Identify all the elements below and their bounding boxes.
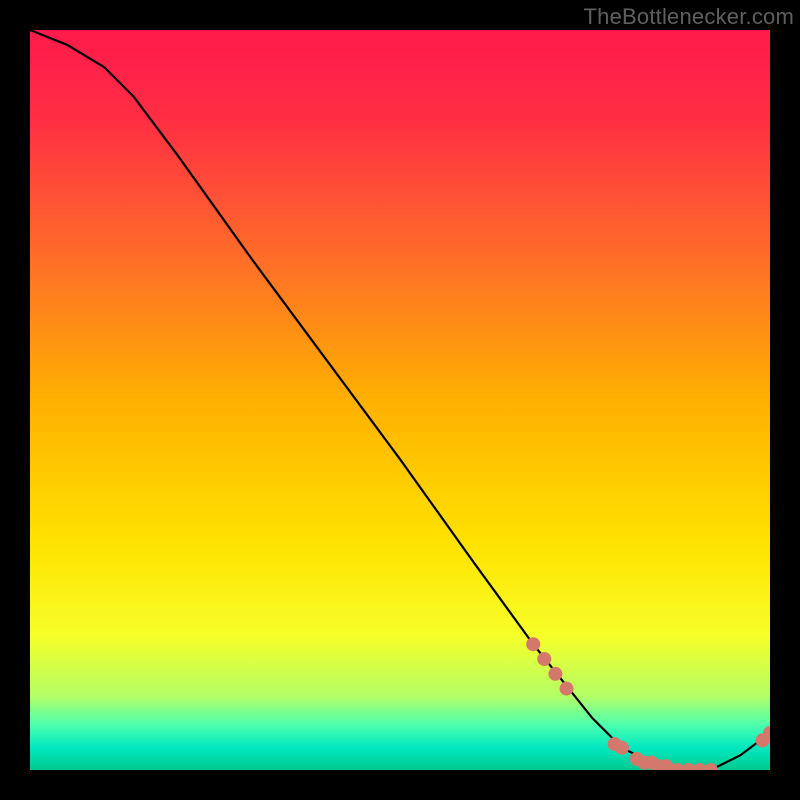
gradient-background [30, 30, 770, 770]
data-marker [560, 682, 574, 696]
plot-area [30, 30, 770, 770]
attribution-label: TheBottlenecker.com [584, 4, 794, 30]
data-marker [615, 741, 629, 755]
chart-frame: TheBottlenecker.com [0, 0, 800, 800]
data-marker [526, 637, 540, 651]
chart-svg [30, 30, 770, 770]
data-marker [548, 667, 562, 681]
data-marker [537, 652, 551, 666]
